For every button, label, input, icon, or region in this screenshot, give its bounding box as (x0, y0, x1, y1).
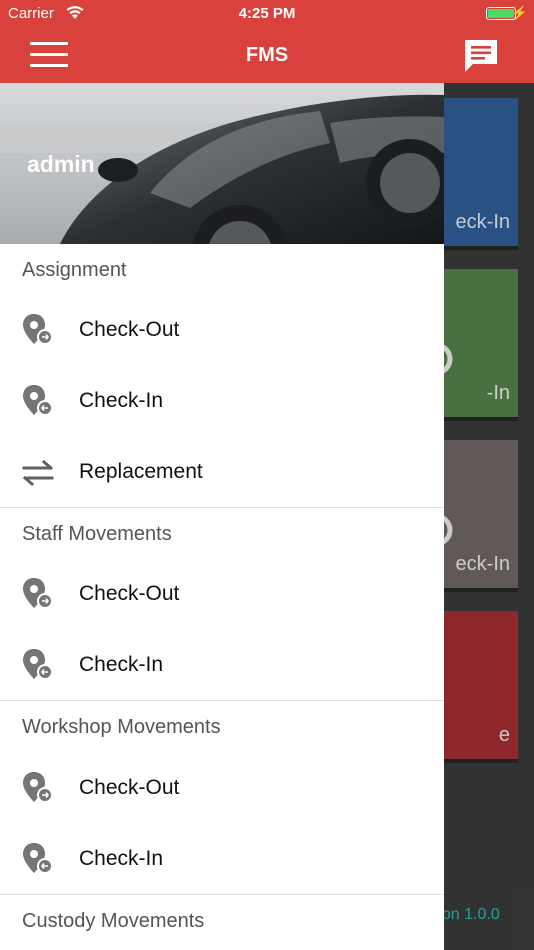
charging-icon: ⚡ (511, 5, 528, 20)
swap-arrows-icon (22, 459, 54, 487)
menu-item-workshop-check-out[interactable]: Check-Out (0, 754, 444, 824)
menu-item-label: Check-In (79, 847, 164, 870)
user-name: admin (27, 151, 95, 177)
menu-item-label: Check-Out (79, 776, 180, 799)
menu-item-staff-check-out[interactable]: Check-Out (0, 560, 444, 630)
drawer-scrim[interactable] (444, 83, 534, 950)
menu-item-workshop-check-in[interactable]: Check-In (0, 825, 444, 895)
navigation-drawer: admin Assignment Check-Out Check-In Repl… (0, 83, 444, 950)
menu-item-assignment-check-in[interactable]: Check-In (0, 367, 444, 437)
menu-item-assignment-check-out[interactable]: Check-Out (0, 296, 444, 366)
location-check-out-icon (23, 772, 53, 803)
chat-message-icon[interactable] (462, 37, 500, 75)
location-check-out-icon (23, 578, 53, 609)
status-bar: Carrier 4:25 PM ⚡ (0, 0, 534, 28)
menu-item-label: Check-Out (79, 582, 180, 605)
menu-item-label: Replacement (79, 460, 203, 483)
location-check-in-icon (23, 843, 53, 874)
menu-item-assignment-replacement[interactable]: Replacement (0, 438, 444, 508)
menu-item-label: Check-Out (79, 318, 180, 341)
clock: 4:25 PM (238, 5, 296, 22)
section-divider (0, 507, 444, 508)
section-title-assignment: Assignment (22, 259, 127, 281)
top-app-bar: FMS (0, 28, 534, 83)
app-title: FMS (245, 44, 289, 66)
menu-item-staff-check-in[interactable]: Check-In (0, 631, 444, 701)
drawer-header-image: admin (0, 83, 444, 244)
section-title-custody-movements: Custody Movements (22, 910, 205, 932)
menu-item-label: Check-In (79, 653, 164, 676)
section-divider (0, 894, 444, 895)
location-check-in-icon (23, 649, 53, 680)
location-check-in-icon (23, 385, 53, 416)
section-title-workshop-movements: Workshop Movements (22, 716, 221, 738)
section-divider (0, 700, 444, 701)
section-title-staff-movements: Staff Movements (22, 523, 172, 545)
menu-item-label: Check-In (79, 389, 164, 412)
location-check-out-icon (23, 314, 53, 345)
